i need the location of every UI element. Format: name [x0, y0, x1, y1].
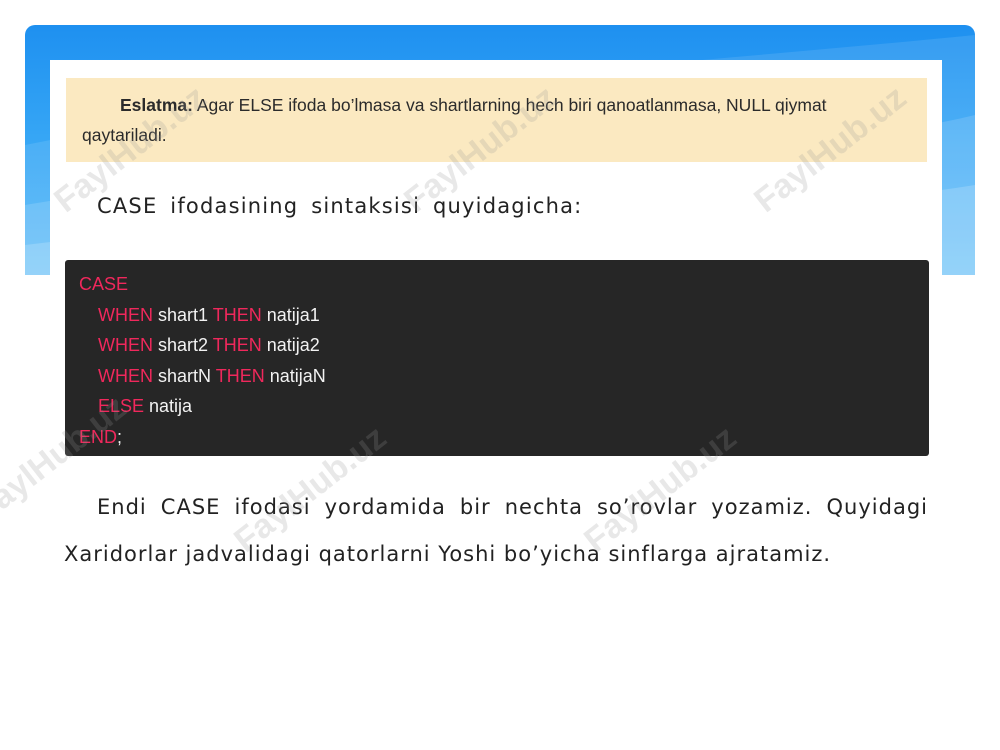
body-paragraph: Endi CASE ifodasi yordamida bir nechta s… [64, 495, 928, 566]
document-page: Eslatma: Agar ELSE ifoda bo’lmasa va sha… [50, 60, 942, 750]
end-semicolon: ; [117, 426, 123, 447]
note-box: Eslatma: Agar ELSE ifoda bo’lmasa va sha… [66, 78, 927, 162]
condition: shart1 [153, 304, 213, 325]
code-line-when-2: WHEN shart2 THEN natija2 [79, 330, 929, 361]
keyword-then: THEN [215, 365, 265, 386]
else-result: natija [144, 396, 193, 416]
code-block: CASE WHEN shart1 THEN natija1 WHEN shart… [65, 260, 929, 456]
code-line-else: ELSE natija [79, 391, 929, 422]
code-line-end: END; [79, 422, 929, 453]
keyword-case: CASE [79, 274, 129, 294]
keyword-else: ELSE [98, 396, 145, 416]
keyword-end: END [79, 426, 118, 447]
note-text: Agar ELSE ifoda bo’lmasa va shartlarning… [82, 95, 827, 145]
code-line-when-n: WHEN shartN THEN natijaN [79, 361, 929, 392]
keyword-then: THEN [212, 304, 262, 325]
result: natija1 [261, 304, 320, 325]
note-label: Eslatma: [120, 95, 193, 115]
keyword-when: WHEN [98, 365, 153, 386]
condition: shartN [153, 365, 216, 386]
keyword-when: WHEN [98, 304, 153, 325]
result: natijaN [264, 365, 326, 386]
condition: shart2 [153, 335, 213, 355]
code-line-case: CASE [79, 269, 929, 300]
result: natija2 [261, 335, 320, 355]
syntax-intro: CASE ifodasining sintaksisi quyidagicha: [97, 194, 583, 218]
code-line-when-1: WHEN shart1 THEN natija1 [79, 300, 929, 331]
keyword-then: THEN [212, 335, 262, 355]
keyword-when: WHEN [98, 335, 153, 355]
